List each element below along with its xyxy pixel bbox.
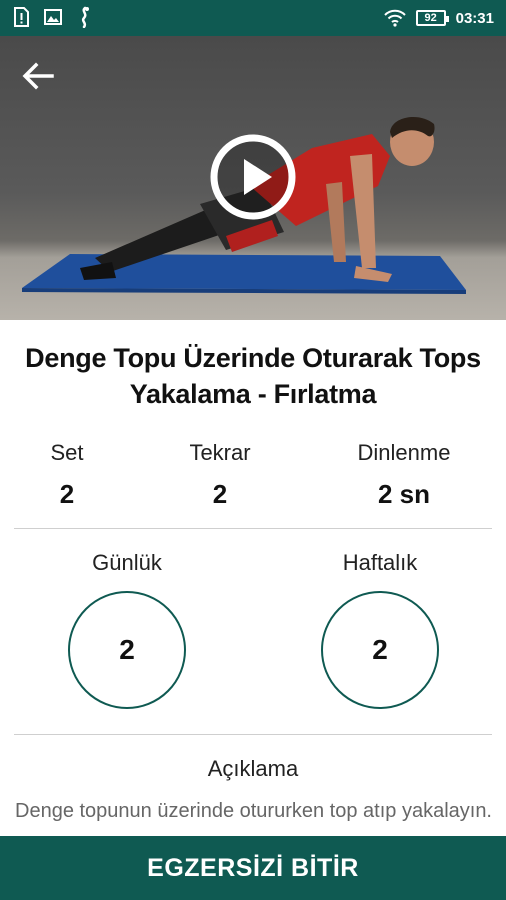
rest-label: Dinlenme (357, 440, 451, 465)
weekly-frequency: Haftalık (310, 548, 450, 578)
description-title: Açıklama (207, 756, 299, 781)
daily-value: 2 (119, 634, 135, 665)
fitness-app-icon (81, 6, 89, 28)
stat-repetition: Tekrar 2 (150, 438, 290, 514)
repetition-value: 2 (212, 479, 228, 509)
repetition-label: Tekrar (189, 440, 251, 465)
description-text: Denge topunun üzerinde otururken top atı… (15, 800, 492, 822)
set-label: Set (50, 440, 84, 465)
daily-frequency: Günlük (57, 548, 197, 578)
weekly-count-circle: 2 (321, 591, 439, 709)
stat-set: Set 2 (0, 438, 137, 514)
set-value: 2 (59, 479, 75, 509)
daily-label: Günlük (92, 550, 162, 575)
wifi-icon (383, 9, 406, 27)
image-icon (44, 9, 62, 25)
exercise-video[interactable] (0, 36, 506, 320)
status-time: 03:31 (455, 9, 494, 27)
stat-rest: Dinlenme 2 sn (334, 438, 474, 514)
weekly-value: 2 (372, 634, 388, 665)
weekly-label: Haftalık (342, 550, 418, 575)
rest-value: 2 sn (377, 479, 431, 509)
sim-alert-icon (14, 7, 29, 27)
divider-frequency (14, 734, 492, 735)
finish-exercise-button[interactable]: EGZERSİZİ BİTİR (0, 836, 506, 900)
exercise-title-line1: Denge Topu Üzerinde Oturarak Tops (25, 343, 481, 373)
back-arrow-icon[interactable] (18, 56, 58, 96)
exercise-title-line2: Yakalama - Fırlatma (129, 379, 377, 409)
battery-icon: 92 (415, 10, 449, 26)
divider-stats (14, 528, 492, 529)
status-right: 92 03:31 (383, 0, 494, 36)
play-circle-icon[interactable] (210, 134, 296, 220)
battery-level: 92 (424, 12, 437, 24)
daily-count-circle: 2 (68, 591, 186, 709)
status-left-icons (12, 6, 94, 28)
exercise-title: Denge Topu Üzerinde Oturarak Tops Yakala… (0, 340, 506, 412)
status-bar: 92 03:31 (0, 0, 506, 36)
